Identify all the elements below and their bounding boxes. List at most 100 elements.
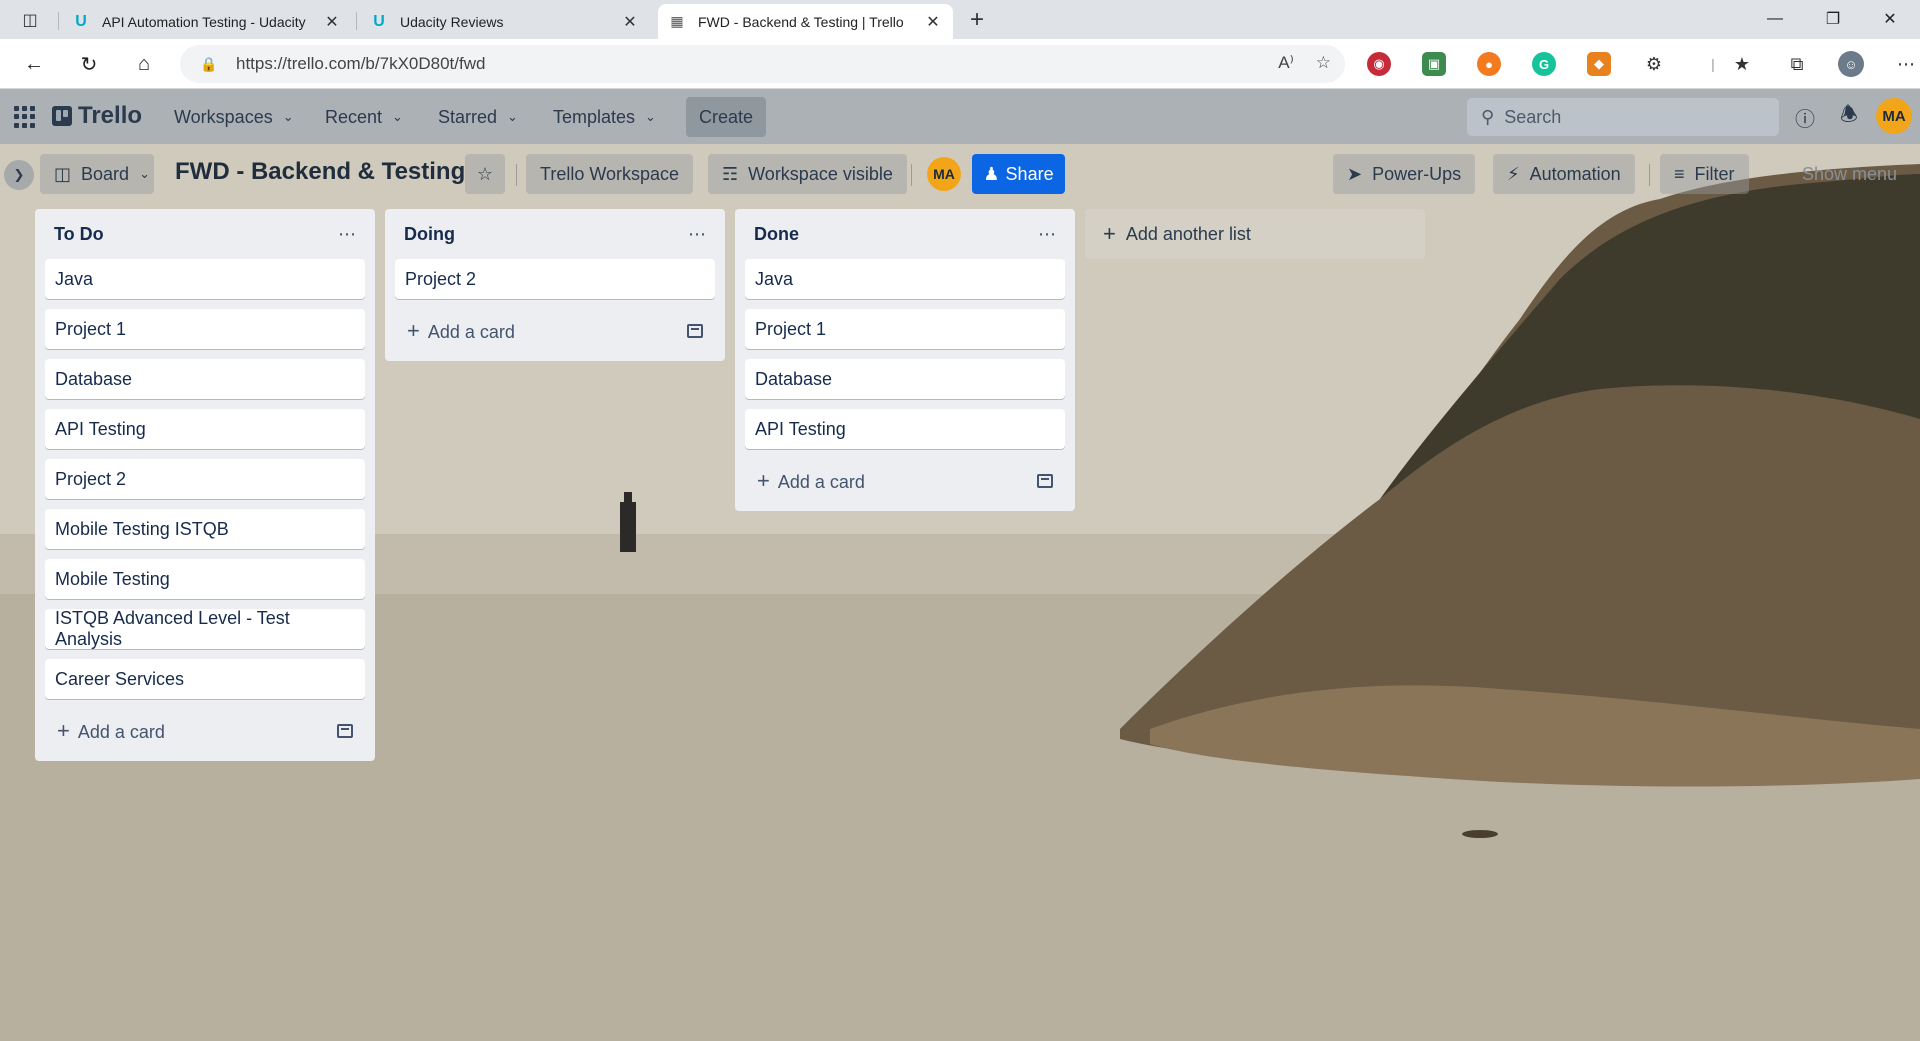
browser-tab-trello[interactable]: ▦ FWD - Backend & Testing | Trello ✕ — [658, 4, 953, 39]
close-window-icon[interactable]: ✕ — [1870, 6, 1910, 32]
workspaces-label: Workspaces — [174, 106, 273, 127]
green-extension-icon[interactable]: ▣ — [1422, 52, 1446, 76]
card[interactable]: Mobile Testing — [45, 559, 365, 599]
card[interactable]: Mobile Testing ISTQB — [45, 509, 365, 549]
card[interactable]: Career Services — [45, 659, 365, 699]
automation-button[interactable]: ⚡ Automation — [1493, 154, 1635, 194]
search-input[interactable]: ⚲ Search — [1467, 98, 1779, 136]
templates-menu[interactable]: Templates ⌄ — [545, 101, 664, 133]
card[interactable]: API Testing — [745, 409, 1065, 449]
board-view-switcher[interactable]: ◫ Board ⌄ — [40, 154, 154, 194]
card[interactable]: Project 2 — [395, 259, 715, 299]
card[interactable]: Database — [45, 359, 365, 399]
templates-label: Templates — [553, 106, 636, 127]
recent-menu[interactable]: Recent ⌄ — [317, 101, 411, 133]
add-list-label: Add another list — [1125, 223, 1251, 244]
create-button[interactable]: Create — [686, 97, 766, 137]
list-actions-icon[interactable]: ⋯ — [1038, 224, 1057, 245]
filter-button[interactable]: ≡ Filter — [1660, 154, 1749, 194]
header-divider — [1649, 164, 1650, 186]
star-board-button[interactable]: ☆ — [465, 154, 505, 194]
orange-extension-icon[interactable]: ● — [1477, 52, 1501, 76]
tab-separator — [58, 12, 59, 30]
chevron-down-icon: ⌄ — [392, 109, 403, 124]
starred-menu[interactable]: Starred ⌄ — [430, 101, 526, 133]
trello-logo[interactable]: Trello — [52, 102, 142, 130]
show-menu-button[interactable]: Show menu — [1788, 154, 1911, 194]
automation-label: Automation — [1529, 163, 1621, 184]
lock-icon[interactable]: 🔒 — [200, 56, 218, 73]
list-actions-icon[interactable]: ⋯ — [688, 224, 707, 245]
card[interactable]: Java — [45, 259, 365, 299]
back-icon[interactable]: ← — [20, 50, 48, 78]
home-icon[interactable]: ⌂ — [130, 50, 158, 78]
card[interactable]: Project 2 — [45, 459, 365, 499]
browser-tab-udacity-reviews[interactable]: U Udacity Reviews ✕ — [360, 4, 650, 39]
add-favorite-icon[interactable]: ☆ — [1316, 53, 1331, 73]
add-card-button[interactable]: + Add a card — [745, 459, 1065, 503]
read-aloud-icon[interactable]: A⁾ — [1278, 53, 1294, 73]
metamask-icon[interactable]: ◆ — [1587, 52, 1611, 76]
address-bar[interactable]: 🔒 https://trello.com/b/7kX0D80t/fwd A⁾ ☆ — [180, 45, 1345, 83]
card-template-icon[interactable] — [687, 324, 703, 338]
card-template-icon[interactable] — [1037, 474, 1053, 488]
workspace-button[interactable]: Trello Workspace — [526, 154, 694, 194]
board-title[interactable]: FWD - Backend & Testing — [175, 158, 465, 186]
close-tab-icon[interactable]: ✕ — [923, 12, 943, 32]
search-placeholder: Search — [1504, 106, 1562, 127]
tab-separator — [356, 12, 357, 30]
list-title[interactable]: Doing — [404, 224, 455, 245]
more-options-icon[interactable]: ⋯ — [1893, 51, 1919, 77]
recent-label: Recent — [325, 106, 383, 127]
app-switcher-icon[interactable] — [14, 106, 36, 128]
add-card-label: Add a card — [777, 472, 865, 492]
restore-icon[interactable]: ❐ — [1813, 6, 1853, 32]
minimize-icon[interactable]: — — [1755, 6, 1795, 32]
profile-avatar[interactable]: ☺ — [1838, 51, 1864, 77]
card[interactable]: Project 1 — [45, 309, 365, 349]
user-avatar[interactable]: MA — [1876, 98, 1912, 134]
add-card-button[interactable]: + Add a card — [395, 309, 715, 353]
add-card-button[interactable]: + Add a card — [45, 709, 365, 753]
card[interactable]: API Testing — [45, 409, 365, 449]
close-tab-icon[interactable]: ✕ — [322, 12, 342, 32]
power-ups-button[interactable]: ➤ Power-Ups — [1333, 154, 1476, 194]
browser-tab-bar: ◫ U API Automation Testing - Udacity ✕ U… — [0, 0, 1920, 39]
card[interactable]: Java — [745, 259, 1065, 299]
card[interactable]: Database — [745, 359, 1065, 399]
list-actions-icon[interactable]: ⋯ — [338, 224, 357, 245]
workspaces-menu[interactable]: Workspaces ⌄ — [166, 101, 302, 133]
grammarly-icon[interactable]: G — [1532, 52, 1556, 76]
list-header: Done ⋯ — [745, 209, 1065, 259]
extensions-icon[interactable]: ⚙ — [1641, 51, 1667, 77]
card[interactable]: Project 1 — [745, 309, 1065, 349]
red-extension-icon[interactable]: ◉ — [1367, 52, 1391, 76]
card-template-icon[interactable] — [337, 724, 353, 738]
star-icon: ☆ — [476, 163, 494, 184]
add-another-list-button[interactable]: + Add another list — [1085, 209, 1425, 259]
expand-sidebar-icon[interactable]: ❯ — [4, 160, 34, 190]
close-tab-icon[interactable]: ✕ — [620, 12, 640, 32]
browser-tab-api-automation[interactable]: U API Automation Testing - Udacity ✕ — [62, 4, 352, 39]
board-member-avatar[interactable]: MA — [927, 157, 961, 191]
chevron-down-icon: ⌄ — [645, 109, 656, 124]
list-title[interactable]: To Do — [54, 224, 104, 245]
visibility-button[interactable]: ☶ Workspace visible — [708, 154, 907, 194]
refresh-icon[interactable]: ↻ — [75, 50, 103, 78]
rocket-icon: ➤ — [1347, 163, 1363, 184]
plus-icon: + — [407, 318, 420, 343]
info-icon[interactable]: ⓘ — [1792, 104, 1818, 131]
url-text[interactable]: https://trello.com/b/7kX0D80t/fwd — [236, 54, 485, 74]
list-done: Done ⋯ Java Project 1 Database API Testi… — [735, 209, 1075, 511]
notifications-bell-icon[interactable]: 🕭 — [1836, 104, 1862, 130]
share-button[interactable]: ♟ Share — [972, 154, 1065, 194]
favorites-icon[interactable]: ★ — [1729, 51, 1755, 77]
search-icon: ⚲ — [1481, 106, 1495, 127]
collections-icon[interactable]: ⧉ — [1784, 51, 1810, 77]
new-tab-icon[interactable]: + — [965, 6, 989, 33]
card[interactable]: ISTQB Advanced Level - Test Analysis — [45, 608, 365, 649]
list-title[interactable]: Done — [754, 224, 799, 245]
list-header: To Do ⋯ — [45, 209, 365, 259]
tab-actions-icon[interactable]: ◫ — [18, 8, 42, 32]
browser-toolbar: ← ↻ ⌂ 🔒 https://trello.com/b/7kX0D80t/fw… — [0, 39, 1920, 89]
